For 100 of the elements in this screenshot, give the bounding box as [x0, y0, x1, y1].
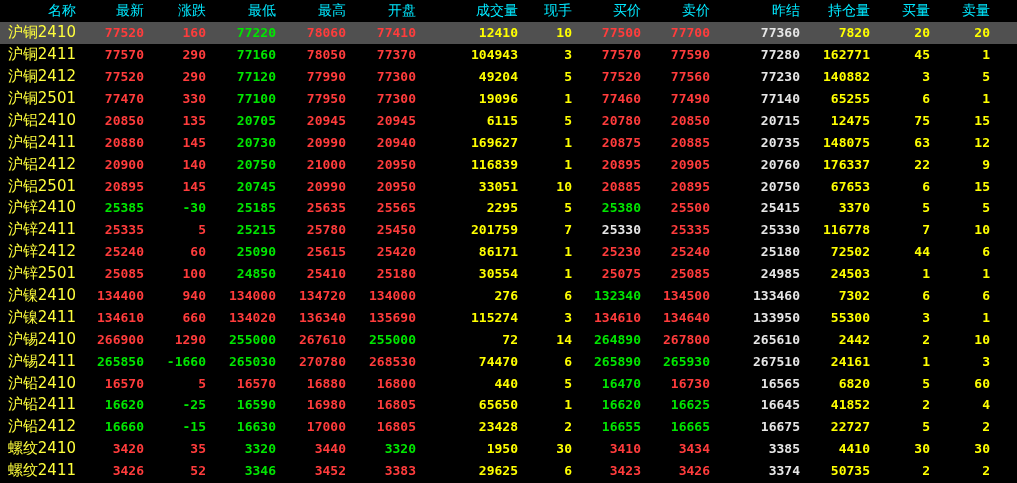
table-cell: 6 — [922, 91, 930, 106]
table-cell-text: 沪铝2410 — [7, 110, 77, 130]
table-cell: 25180 — [376, 266, 416, 282]
table-cell: 20705 — [236, 112, 276, 128]
table-cell: 1290 — [174, 331, 206, 347]
table-cell: 116839 — [471, 156, 518, 172]
column-header[interactable]: 最低 — [248, 1, 276, 20]
table-cell: 35 — [190, 441, 206, 457]
table-cell: 1 — [982, 91, 990, 106]
table-cell-text: 沪铜2410 — [7, 23, 77, 43]
table-cell: 162771 — [823, 47, 870, 63]
table-cell: 16625 — [670, 397, 710, 413]
table-cell: 25215 — [236, 222, 276, 238]
column-header[interactable]: 买价 — [613, 1, 641, 20]
table-cell: 1950 — [486, 441, 518, 457]
table-cell: 7820 — [838, 25, 870, 41]
table-cell-text: 沪铜2501 — [7, 89, 77, 108]
table-cell: 16470 — [601, 375, 641, 391]
table-cell: 25415 — [760, 200, 800, 216]
table-cell: 20900 — [104, 156, 144, 172]
column-header[interactable]: 最高 — [318, 1, 346, 20]
table-cell: 134000 — [369, 288, 416, 303]
table-cell: 4 — [982, 397, 990, 413]
table-cell: 72 — [502, 331, 518, 347]
table-cell: 16980 — [306, 397, 346, 413]
column-header[interactable]: 成交量 — [476, 1, 518, 20]
table-cell: 20945 — [306, 112, 346, 128]
table-cell: 52 — [190, 463, 206, 479]
table-cell: 133950 — [753, 309, 800, 325]
table-cell: 145 — [182, 134, 206, 150]
table-cell: 16630 — [236, 419, 276, 435]
table-cell: 264890 — [594, 331, 641, 347]
table-cell: 134640 — [663, 309, 710, 325]
table-cell: 20940 — [376, 134, 416, 150]
column-header[interactable]: 昨结 — [772, 1, 800, 20]
table-cell: 145 — [182, 178, 206, 194]
column-header[interactable]: 持仓量 — [828, 1, 870, 20]
table-cell: 86171 — [478, 244, 518, 260]
table-cell: 290 — [182, 69, 206, 85]
table-cell: 17000 — [306, 419, 346, 435]
column-header[interactable]: 开盘 — [388, 1, 416, 20]
column-header[interactable]: 卖价 — [682, 1, 710, 20]
table-cell: 276 — [494, 288, 518, 303]
table-cell: 12410 — [478, 25, 518, 41]
table-cell: 270780 — [299, 353, 346, 369]
table-cell: 268530 — [369, 353, 416, 369]
table-cell: 5 — [982, 200, 990, 216]
table-cell: 25565 — [376, 200, 416, 216]
column-header[interactable]: 最新 — [116, 1, 144, 20]
table-cell: 3420 — [112, 441, 144, 457]
table-cell: 14 — [556, 331, 572, 347]
table-cell: 20885 — [670, 134, 710, 150]
table-cell: 136340 — [299, 309, 346, 325]
column-header[interactable]: 现手 — [544, 1, 572, 20]
table-cell: 77100 — [236, 91, 276, 106]
table-cell: 20885 — [601, 178, 641, 194]
table-cell: 77950 — [306, 91, 346, 106]
table-cell: 77360 — [760, 25, 800, 41]
table-cell: 16730 — [670, 375, 710, 391]
table-cell: 77160 — [236, 47, 276, 63]
column-header[interactable]: 名称 — [48, 1, 80, 20]
column-header[interactable]: 买量 — [902, 1, 930, 20]
table-cell: 25410 — [306, 266, 346, 282]
table-cell: 78050 — [306, 47, 346, 63]
table-cell-text: 沪镍2410 — [7, 286, 77, 305]
column-header[interactable]: 涨跌 — [178, 1, 206, 20]
table-cell: 30 — [914, 441, 930, 457]
table-cell: 5 — [564, 375, 572, 391]
table-cell: 10 — [974, 222, 990, 238]
table-cell: -25 — [182, 397, 206, 413]
table-cell: 21000 — [306, 156, 346, 172]
table-cell: 267610 — [299, 331, 346, 347]
column-header[interactable]: 卖量 — [962, 1, 990, 20]
table-cell: 75 — [914, 112, 930, 128]
table-cell: 265030 — [229, 353, 276, 369]
table-cell-text: 沪锌2412 — [7, 242, 77, 262]
table-cell: 63 — [914, 134, 930, 150]
table-cell: 20950 — [376, 178, 416, 194]
table-cell: 3320 — [384, 441, 416, 457]
table-cell: 45 — [914, 47, 930, 63]
table-cell: 135 — [182, 112, 206, 128]
table-cell: 77140 — [760, 91, 800, 106]
table-cell: 20875 — [601, 134, 641, 150]
table-cell: 7 — [564, 222, 572, 238]
table-cell: 6115 — [486, 112, 518, 128]
table-cell: 77700 — [670, 25, 710, 41]
table-cell: 1 — [564, 91, 572, 106]
table-cell: 25385 — [104, 200, 144, 216]
table-cell: 135690 — [369, 309, 416, 325]
table-row[interactable]: 沪铜2410 77520 160 77220 78060 77410 12410 10 77500 77700 77360 7820 20 20 — [0, 21, 1017, 44]
table-cell: 2 — [982, 419, 990, 435]
table-cell: 25335 — [670, 222, 710, 238]
table-cell: 440 — [494, 375, 518, 391]
table-cell: -30 — [182, 200, 206, 216]
table-cell-text: 沪铝2412 — [7, 154, 77, 174]
table-cell: 55300 — [830, 309, 870, 325]
table-cell: 20735 — [760, 134, 800, 150]
table-cell: 134500 — [663, 288, 710, 303]
table-cell: 16665 — [670, 419, 710, 435]
table-cell: 77520 — [104, 69, 144, 85]
